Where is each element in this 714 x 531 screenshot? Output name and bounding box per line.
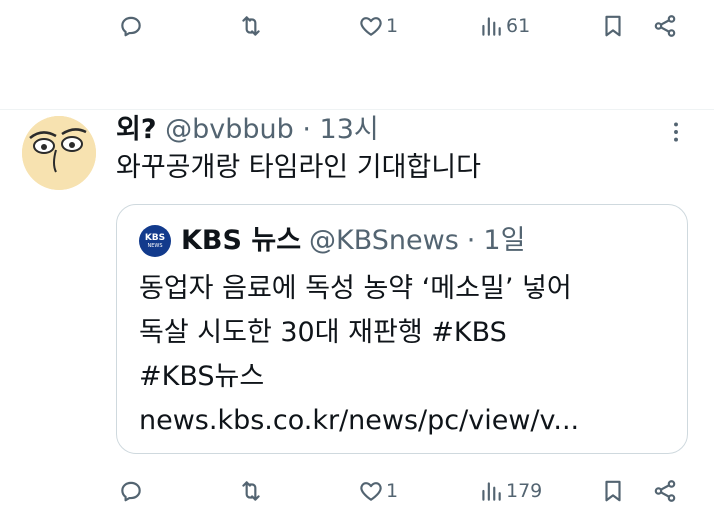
header-separator: · <box>302 114 311 145</box>
like-count: 1 <box>386 15 399 37</box>
quoted-line: #KBS뉴스 <box>139 361 265 392</box>
kbs-logo-text: KBS <box>144 233 166 243</box>
bookmark-button[interactable] <box>600 471 626 511</box>
avatar-face-image <box>22 116 96 190</box>
quoted-separator: · <box>466 225 476 256</box>
quoted-line: 독살 시도한 30대 재판행 #KBS <box>139 317 507 348</box>
views-icon <box>482 17 501 36</box>
views-button[interactable]: 61 <box>478 6 530 46</box>
retweet-button[interactable] <box>238 471 264 511</box>
views-icon <box>482 482 501 501</box>
bookmark-icon <box>605 480 621 502</box>
views-count: 179 <box>506 480 543 502</box>
share-icon <box>654 480 676 502</box>
display-name[interactable]: 외? <box>116 114 157 145</box>
quoted-tweet-card[interactable]: KBS NEWS KBS 뉴스 @KBSnews · 1일 동업자 음료에 독성… <box>116 204 688 454</box>
bookmark-icon <box>605 15 621 37</box>
share-button[interactable] <box>652 6 678 46</box>
bottom-action-bar: 1 179 <box>0 471 714 511</box>
quoted-timestamp: 1일 <box>483 225 526 256</box>
more-vertical-icon <box>674 122 678 142</box>
kbs-news-avatar[interactable]: KBS NEWS <box>139 225 171 257</box>
like-button[interactable]: 1 <box>358 6 398 46</box>
timestamp[interactable]: 13시 <box>320 114 379 145</box>
retweet-button[interactable] <box>238 6 264 46</box>
quoted-display-name: KBS 뉴스 <box>181 225 302 256</box>
quoted-handle: @KBSnews <box>309 225 459 256</box>
quoted-tweet-header: KBS NEWS KBS 뉴스 @KBSnews · 1일 <box>139 223 525 259</box>
quoted-tweet-text: 동업자 음료에 독성 농약 ‘메소밀’ 넣어 독살 시도한 30대 재판행 #K… <box>139 267 669 443</box>
top-action-bar: 1 61 <box>0 6 714 46</box>
views-count: 61 <box>506 15 531 37</box>
handle[interactable]: @bvbbub <box>165 114 294 145</box>
tweet-divider <box>0 109 714 110</box>
kbs-logo-subtext: NEWS <box>147 243 163 249</box>
like-count: 1 <box>386 480 399 502</box>
reply-icon <box>121 16 141 37</box>
views-button[interactable]: 179 <box>478 471 542 511</box>
like-button[interactable]: 1 <box>358 471 398 511</box>
retweet-icon <box>242 481 260 501</box>
retweet-icon <box>242 16 260 36</box>
share-icon <box>654 15 676 37</box>
reply-button[interactable] <box>118 6 144 46</box>
quoted-line: 동업자 음료에 독성 농약 ‘메소밀’ 넣어 <box>139 273 572 304</box>
reply-icon <box>121 481 141 502</box>
tweet-text: 와꾸공개랑 타임라인 기대합니다 <box>116 152 481 183</box>
more-options-button[interactable] <box>660 116 692 148</box>
heart-icon <box>360 17 382 36</box>
avatar[interactable] <box>22 116 96 190</box>
quoted-link[interactable]: news.kbs.co.kr/news/pc/view/v... <box>139 399 669 443</box>
heart-icon <box>360 482 382 501</box>
share-button[interactable] <box>652 471 678 511</box>
bookmark-button[interactable] <box>600 6 626 46</box>
tweet-header: 외? @bvbbub · 13시 <box>116 112 379 148</box>
reply-button[interactable] <box>118 471 144 511</box>
